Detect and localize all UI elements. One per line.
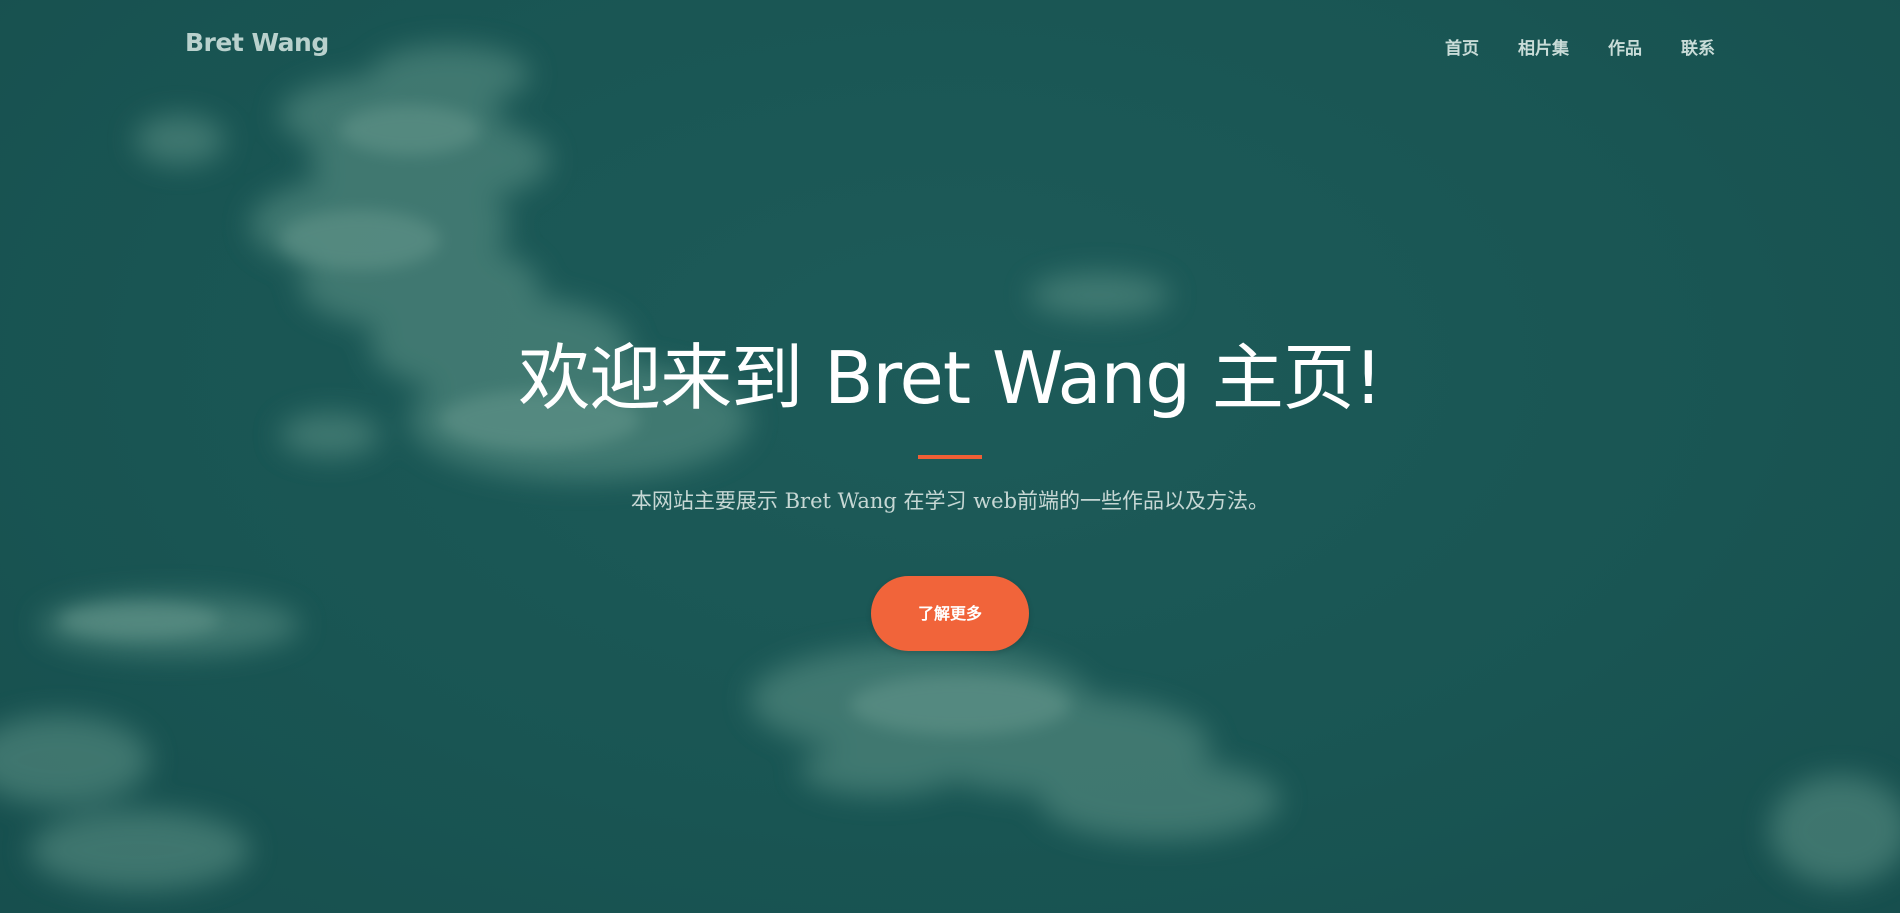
title-divider bbox=[918, 455, 982, 459]
hero-section: Bret Wang 首页 相片集 作品 联系 欢迎来到 Bret Wang 主页… bbox=[0, 0, 1900, 913]
page-subtitle: 本网站主要展示 Bret Wang 在学习 web前端的一些作品以及方法。 bbox=[630, 489, 1270, 513]
nav-links: 首页 相片集 作品 联系 bbox=[1445, 34, 1715, 59]
nav-link-works[interactable]: 作品 bbox=[1608, 34, 1642, 59]
brand-logo-link[interactable]: Bret Wang bbox=[185, 28, 329, 57]
page-title: 欢迎来到 Bret Wang 主页! bbox=[518, 336, 1383, 420]
top-navbar: Bret Wang 首页 相片集 作品 联系 bbox=[0, 0, 1900, 90]
learn-more-button[interactable]: 了解更多 bbox=[871, 576, 1029, 651]
nav-link-home[interactable]: 首页 bbox=[1445, 34, 1479, 59]
nav-link-gallery[interactable]: 相片集 bbox=[1518, 34, 1569, 59]
nav-link-contact[interactable]: 联系 bbox=[1681, 34, 1715, 59]
masthead: 欢迎来到 Bret Wang 主页! 本网站主要展示 Bret Wang 在学习… bbox=[0, 330, 1900, 651]
